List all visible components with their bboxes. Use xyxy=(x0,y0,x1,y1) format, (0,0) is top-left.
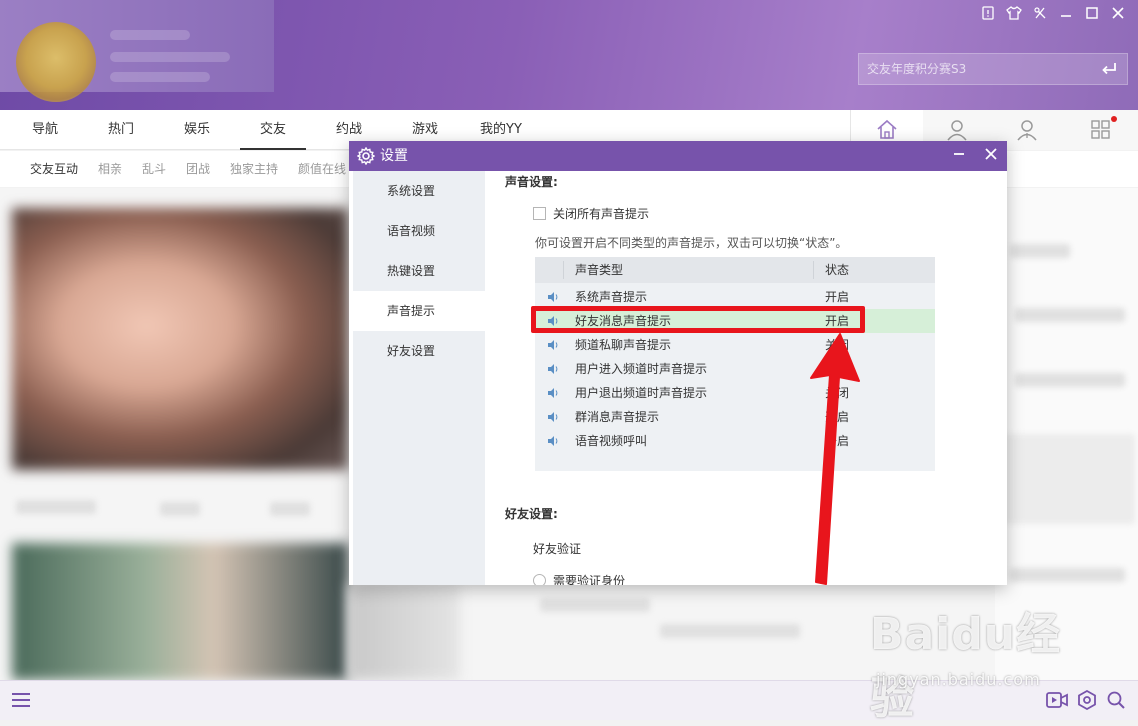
table-header: 声音类型 状态 xyxy=(535,257,935,283)
tab-hot[interactable]: 热门 xyxy=(98,110,144,150)
room-thumbnail[interactable] xyxy=(348,583,460,680)
dialog-titlebar[interactable]: 设置 xyxy=(349,141,1007,171)
close-icon[interactable] xyxy=(1108,6,1128,26)
username-blur xyxy=(110,30,190,40)
search-box xyxy=(858,53,1128,85)
subnav-blind-date[interactable]: 相亲 xyxy=(98,151,122,187)
speaker-icon xyxy=(547,339,559,351)
room-thumbnail[interactable] xyxy=(12,208,348,470)
room-meta-blur xyxy=(660,624,800,638)
room-meta-blur xyxy=(270,502,310,516)
verify-identity-label[interactable]: 需要验证身份 xyxy=(553,572,625,585)
baidu-watermark: Baidu经验 jingyan.baidu.com xyxy=(870,598,1080,724)
friends-icon[interactable] xyxy=(1015,118,1039,142)
watermark-brand: Baidu经验 xyxy=(870,609,1062,724)
disable-all-sounds-label[interactable]: 关闭所有声音提示 xyxy=(553,205,649,222)
tab-nav[interactable]: 导航 xyxy=(22,110,68,150)
friend-verify-label: 好友验证 xyxy=(533,542,582,556)
annotation-highlight-box xyxy=(531,306,865,333)
room-thumbnail[interactable] xyxy=(12,543,348,680)
gear-icon xyxy=(356,146,376,166)
row-name: 频道私聊声音提示 xyxy=(575,338,672,352)
disable-all-sounds-checkbox[interactable] xyxy=(533,207,546,220)
home-icon[interactable] xyxy=(875,118,899,142)
row-status: 关闭 xyxy=(825,338,850,352)
sound-types-table: 声音类型 状态 系统声音提示 开启 好友消息声音提示 开启 频道私聊声音提示 关… xyxy=(535,257,935,471)
table-row[interactable]: 语音视频呼叫 开启 xyxy=(535,429,935,453)
maximize-icon[interactable] xyxy=(1082,6,1102,26)
feedback-icon[interactable] xyxy=(978,6,998,26)
tab-friends[interactable]: 交友 xyxy=(240,110,306,150)
avatar[interactable] xyxy=(16,22,96,102)
subnav-exclusive-host[interactable]: 独家主持 xyxy=(230,151,278,187)
notification-dot xyxy=(1111,116,1117,122)
row-name: 用户进入频道时声音提示 xyxy=(575,362,708,376)
subnav-team-battle[interactable]: 团战 xyxy=(186,151,210,187)
watermark-url: jingyan.baidu.com xyxy=(876,670,1041,689)
dialog-minimize-button[interactable] xyxy=(949,146,969,166)
enter-icon[interactable] xyxy=(1099,59,1119,79)
speaker-icon xyxy=(547,363,559,375)
sound-section-title: 声音设置: xyxy=(505,175,558,189)
subnav-looks-online[interactable]: 颜值在线 xyxy=(298,151,346,187)
table-row[interactable]: 用户进入频道时声音提示 关闭 xyxy=(535,357,935,381)
room-title-blur xyxy=(16,500,96,514)
speaker-icon xyxy=(547,435,559,447)
table-row[interactable]: 群消息声音提示 开启 xyxy=(535,405,935,429)
dialog-title: 设置 xyxy=(380,148,408,164)
speaker-icon xyxy=(547,411,559,423)
friend-section-title: 好友设置: xyxy=(505,507,558,521)
sidebar-item-audio-video[interactable]: 语音视频 xyxy=(353,211,485,251)
speaker-icon xyxy=(547,291,559,303)
row-status: 开启 xyxy=(825,410,850,424)
hamburger-menu-icon[interactable] xyxy=(10,689,32,711)
speaker-icon xyxy=(547,387,559,399)
sidebar-item-sound-alerts[interactable]: 声音提示 xyxy=(353,291,485,331)
room-meta-blur xyxy=(540,598,650,612)
verify-identity-radio[interactable] xyxy=(533,574,546,585)
row-name: 用户退出频道时声音提示 xyxy=(575,386,708,400)
menu-icon[interactable] xyxy=(1030,6,1050,26)
dialog-close-button[interactable] xyxy=(981,146,1001,166)
room-meta-blur xyxy=(160,502,200,516)
sidebar-item-friends[interactable]: 好友设置 xyxy=(353,331,485,371)
subnav-brawl[interactable]: 乱斗 xyxy=(142,151,166,187)
settings-content: 声音设置: 关闭所有声音提示 你可设置开启不同类型的声音提示，双击可以切换“状态… xyxy=(485,171,1007,585)
window-controls xyxy=(978,6,1128,26)
sound-hint-text: 你可设置开启不同类型的声音提示，双击可以切换“状态”。 xyxy=(535,236,848,250)
minimize-icon[interactable] xyxy=(1056,6,1076,26)
row-name: 语音视频呼叫 xyxy=(575,434,648,448)
row-status: 开启 xyxy=(825,434,850,448)
settings-dialog: 设置 系统设置 语音视频 热键设置 声音提示 好友设置 声音设置: 关闭所有声音… xyxy=(349,141,1007,585)
search-icon[interactable] xyxy=(1106,690,1126,710)
user-meta-blur xyxy=(110,72,210,82)
settings-hex-icon[interactable] xyxy=(1077,689,1097,711)
app-header xyxy=(0,0,1138,110)
column-status: 状态 xyxy=(825,263,850,277)
search-input[interactable] xyxy=(859,54,1089,84)
sidebar-item-hotkeys[interactable]: 热键设置 xyxy=(353,251,485,291)
tab-entertainment[interactable]: 娱乐 xyxy=(174,110,220,150)
row-status: 关闭 xyxy=(825,362,850,376)
apps-icon[interactable] xyxy=(1089,118,1113,142)
table-row[interactable]: 用户退出频道时声音提示 关闭 xyxy=(535,381,935,405)
sidebar-item-system[interactable]: 系统设置 xyxy=(353,171,485,211)
table-row[interactable]: 频道私聊声音提示 关闭 xyxy=(535,333,935,357)
settings-sidebar: 系统设置 语音视频 热键设置 声音提示 好友设置 xyxy=(353,171,485,585)
row-name: 群消息声音提示 xyxy=(575,410,660,424)
column-sound-type: 声音类型 xyxy=(575,263,624,277)
user-icon[interactable] xyxy=(945,118,969,142)
user-meta-blur xyxy=(110,52,230,62)
row-status: 关闭 xyxy=(825,386,850,400)
subnav-interact[interactable]: 交友互动 xyxy=(30,151,78,187)
skin-icon[interactable] xyxy=(1004,6,1024,26)
